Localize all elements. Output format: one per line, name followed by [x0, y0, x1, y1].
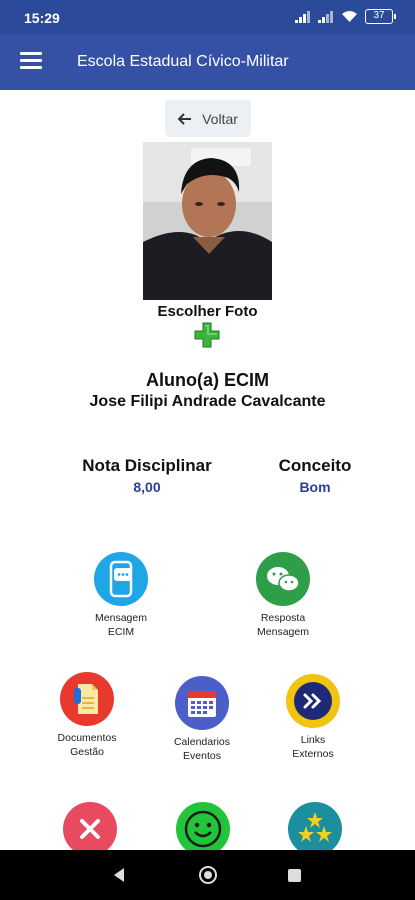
hamburger-menu-icon[interactable]: [20, 52, 42, 70]
discipline-grade: Nota Disciplinar 8,00: [76, 456, 218, 495]
app-bar: Escola Estadual Cívico-Militar: [0, 34, 415, 90]
feedback-button[interactable]: [148, 802, 258, 856]
wechat-bubbles-icon: [256, 552, 310, 606]
concept-label: Conceito: [278, 456, 352, 475]
signal-icon: [318, 10, 333, 23]
student-name: Jose Filipi Andrade Cavalcante: [89, 393, 326, 410]
concept-value: Bom: [299, 479, 331, 495]
choose-photo-label[interactable]: Escolher Foto: [0, 303, 415, 320]
message-ecim-label: Mensagem ECIM: [95, 612, 147, 638]
student-type: Aluno(a) ECIM: [146, 370, 269, 390]
green-plus-icon[interactable]: [194, 322, 220, 348]
message-ecim-button[interactable]: Mensagem ECIM: [66, 552, 176, 639]
profile-photo: [143, 142, 272, 300]
external-links-label: Links Externos: [292, 734, 334, 760]
back-button[interactable]: Voltar: [165, 100, 251, 137]
status-bar: 15:29 37: [0, 0, 415, 34]
documents-button[interactable]: Documentos Gestão: [32, 672, 142, 759]
app-title: Escola Estadual Cívico-Militar: [77, 53, 289, 70]
cancel-button[interactable]: [35, 802, 145, 856]
battery-icon: 37: [365, 9, 396, 24]
concept-grade: Conceito Bom: [271, 456, 359, 495]
rating-button[interactable]: [260, 802, 370, 856]
discipline-value: 8,00: [133, 479, 161, 495]
nav-back-icon[interactable]: [114, 868, 124, 882]
status-icons: 37: [295, 9, 396, 24]
wifi-icon: [342, 11, 357, 22]
nav-recents-icon[interactable]: [288, 869, 301, 882]
smiley-face-icon: [176, 802, 230, 856]
nav-home-icon[interactable]: [199, 866, 217, 884]
navigation-bar: [0, 850, 415, 900]
reply-message-button[interactable]: Resposta Mensagem: [228, 552, 338, 639]
back-button-label: Voltar: [202, 110, 238, 127]
documents-icon: [60, 672, 114, 726]
stars-icon: [288, 802, 342, 856]
signal-icon: [295, 10, 310, 23]
reply-message-label: Resposta Mensagem: [257, 612, 309, 638]
documents-label: Documentos Gestão: [57, 732, 117, 758]
phone-chat-icon: [94, 552, 148, 606]
close-x-icon: [63, 802, 117, 856]
external-links-button[interactable]: Links Externos: [258, 674, 368, 761]
arrow-left-icon: [178, 112, 192, 125]
status-time: 15:29: [24, 10, 60, 26]
calendar-events-button[interactable]: Calendarios Eventos: [147, 676, 257, 763]
double-chevron-right-icon: [286, 674, 340, 728]
calendar-events-label: Calendarios Eventos: [173, 736, 231, 762]
calendar-icon: [175, 676, 229, 730]
discipline-label: Nota Disciplinar: [82, 456, 212, 475]
